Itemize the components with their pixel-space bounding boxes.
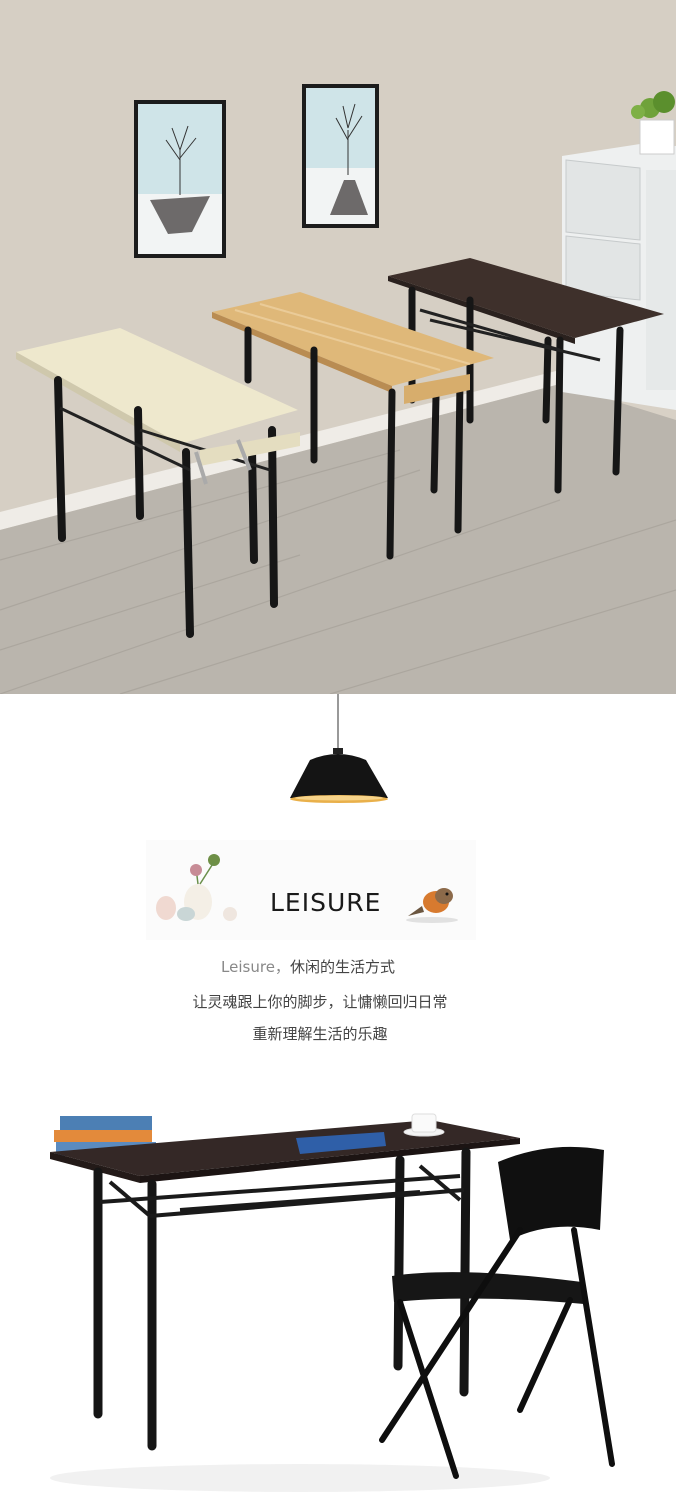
leisure-title: LEISURE [270, 888, 382, 917]
folding-chair [379, 1146, 615, 1479]
tagline-line-1: Leisure，休闲的生活方式 [0, 956, 646, 977]
pendant-lamp-icon [290, 694, 388, 803]
hero-photo [0, 0, 676, 694]
tagline-latin: Leisure， [221, 958, 290, 976]
desk-and-folding-chair-photo [50, 1113, 615, 1492]
tagline-line-3: 重新理解生活的乐趣 [252, 1025, 388, 1043]
tagline-line-2: 让灵魂跟上你的脚步，让慵懒回归日常 [192, 993, 448, 1011]
tagline-cn: 休闲的生活方式 [289, 958, 395, 976]
folding-tables-room-photo [0, 0, 676, 694]
pendant-lamp [0, 694, 676, 814]
desk-chair-photo [0, 1080, 676, 1498]
